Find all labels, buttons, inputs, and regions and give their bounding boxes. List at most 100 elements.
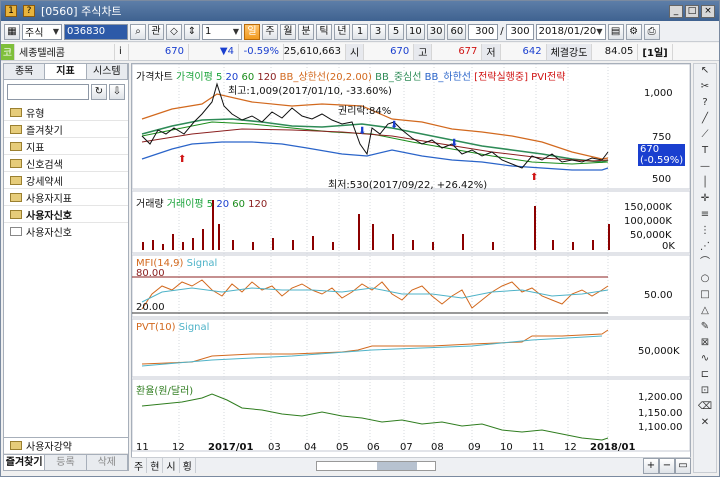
window-title: [0560] 주식차트 — [41, 5, 122, 18]
minute-10-button[interactable]: 10 — [406, 23, 425, 40]
folder-type[interactable]: 유형 — [4, 104, 128, 121]
folder-user-signal[interactable]: 사용자신호 — [4, 206, 128, 223]
time-button[interactable]: 시 — [163, 458, 180, 473]
chart-area[interactable]: ⬇ ⬇ ⬇ ⬆ ⬆ 가격차트 가격이평 5 20 60 120 BB_상한선(2… — [131, 63, 691, 473]
folder-favorites[interactable]: 즐겨찾기 — [4, 121, 128, 138]
fit-icon[interactable]: ▭ — [675, 457, 691, 474]
x-tick: 11 — [532, 442, 545, 453]
market-select[interactable]: 주식 ▼ — [22, 23, 62, 40]
zoom-week-button[interactable]: 주 — [131, 458, 148, 473]
stock-code-input[interactable]: 036830 — [64, 23, 128, 40]
minute-30-button[interactable]: 30 — [426, 23, 446, 40]
current-price: 670 — [129, 43, 189, 60]
period-year-button[interactable]: 년 — [334, 23, 350, 40]
volume-legend[interactable]: 거래량 거래이평 5 20 60 120 — [136, 195, 267, 210]
stepper-icon[interactable]: ⇕ — [184, 23, 200, 40]
channel-icon[interactable]: ≡ — [696, 208, 714, 222]
folder-strength[interactable]: 강세약세 — [4, 172, 128, 189]
minute-5-button[interactable]: 5 — [388, 23, 404, 40]
open-value: 670 — [364, 43, 415, 60]
price-legend[interactable]: 가격차트 가격이평 5 20 60 120 BB_상한선(20,2.00) BB… — [136, 68, 565, 83]
arc-icon[interactable]: ⌒ — [696, 256, 714, 270]
cycle-icon[interactable]: ∿ — [696, 352, 714, 366]
tab-stock[interactable]: 종목 — [4, 64, 46, 79]
strength-value: 84.05 — [592, 43, 639, 60]
horizontal-line-icon[interactable]: — — [696, 160, 714, 174]
period-month-button[interactable]: 월 — [280, 23, 296, 40]
period-badge[interactable]: [1일] — [638, 43, 673, 60]
cursor-icon[interactable]: ↖ — [696, 64, 714, 78]
indicator-search-input[interactable] — [7, 84, 89, 100]
minute-1-button[interactable]: 1 — [352, 23, 368, 40]
tab-system[interactable]: 시스템 — [86, 64, 128, 79]
x-tick: 08 — [431, 442, 444, 453]
date-select[interactable]: 2018/01/20 ▼ — [535, 23, 606, 40]
fx-legend[interactable]: 환율(원/달러) — [136, 382, 193, 397]
line-icon[interactable]: ╱ — [696, 112, 714, 126]
horizontal-button[interactable]: 횡 — [180, 458, 196, 473]
ruler-icon[interactable]: ⊏ — [696, 368, 714, 382]
vertical-line-icon[interactable]: │ — [696, 176, 714, 190]
period-minute-button[interactable]: 분 — [298, 23, 314, 40]
download-icon[interactable]: ⇩ — [109, 84, 125, 100]
pen-icon[interactable]: ✎ — [696, 320, 714, 334]
prev-icon[interactable]: ◇ — [166, 23, 182, 40]
count-input[interactable]: 300 — [468, 23, 499, 40]
print-icon[interactable]: ⎙ — [643, 23, 660, 40]
tab-indicator[interactable]: 지표 — [45, 64, 87, 79]
low-label: 저 — [482, 43, 501, 60]
chart-type-select[interactable]: 1 ▼ — [202, 23, 242, 40]
cross-icon[interactable]: ✛ — [696, 192, 714, 206]
trend-line-icon[interactable]: ⟋ — [696, 128, 714, 142]
list-item-user-signal[interactable]: 사용자신호 — [4, 223, 128, 239]
text-icon[interactable]: T — [696, 144, 714, 158]
maximize-button[interactable]: □ — [685, 4, 699, 18]
period-week-button[interactable]: 주 — [262, 23, 278, 40]
folder-indicators[interactable]: 지표 — [4, 138, 128, 155]
fan-icon[interactable]: ⋰ — [696, 240, 714, 254]
close-button[interactable]: × — [701, 4, 715, 18]
info-icon[interactable]: i — [115, 43, 129, 60]
grid-icon[interactable]: ▦ — [4, 23, 20, 40]
minimize-button[interactable]: _ — [669, 4, 683, 18]
zoom-out-icon[interactable]: − — [659, 457, 675, 474]
current-button[interactable]: 현 — [147, 458, 164, 473]
rights-annotation: 권리락:84% — [338, 106, 392, 117]
minute-3-button[interactable]: 3 — [370, 23, 386, 40]
legend-vol-ma5: 거래이평 5 — [166, 199, 214, 210]
rectangle-icon[interactable]: □ — [696, 288, 714, 302]
circle-icon[interactable]: ○ — [696, 272, 714, 286]
register-button[interactable]: 등록 — [45, 455, 87, 470]
layout-icon[interactable]: ▤ — [607, 23, 624, 40]
low-annotation: 최저:530(2017/09/22, +26.42%) — [328, 180, 488, 191]
magnet-icon[interactable]: ✂ — [696, 80, 714, 94]
eraser-icon[interactable]: ⌫ — [696, 400, 714, 414]
fibonacci-icon[interactable]: ⋮ — [696, 224, 714, 238]
folder-icon — [10, 124, 22, 134]
pvt-legend[interactable]: PVT(10) Signal — [136, 322, 209, 333]
period-day-button[interactable]: 일 — [244, 23, 260, 40]
gann-icon[interactable]: ⊠ — [696, 336, 714, 350]
period-tick-button[interactable]: 틱 — [316, 23, 332, 40]
tab-favorites[interactable]: 즐겨찾기 — [4, 455, 46, 470]
list-item-label: 사용자신호 — [26, 227, 72, 239]
search-icon[interactable]: ⌕ — [130, 23, 146, 40]
folder-signal-search[interactable]: 신호검색 — [4, 155, 128, 172]
lock-icon[interactable]: ⊡ — [696, 384, 714, 398]
folder-user-indicator[interactable]: 사용자지표 — [4, 189, 128, 206]
compare-icon[interactable]: 관 — [148, 23, 164, 40]
help-icon[interactable]: ? — [23, 5, 35, 17]
folder-user-strength[interactable]: 사용자강약 — [4, 437, 128, 454]
chart-scrollbar[interactable] — [315, 460, 436, 471]
vol-tick-150k: 150,000K — [624, 202, 672, 213]
refresh-icon[interactable]: ↻ — [91, 84, 107, 100]
settings-icon[interactable]: ⚙ — [625, 23, 642, 40]
erase-all-icon[interactable]: ✕ — [696, 416, 714, 430]
help-icon[interactable]: ? — [696, 96, 714, 110]
zoom-in-icon[interactable]: + — [643, 457, 659, 474]
scroll-thumb[interactable] — [376, 461, 417, 470]
delete-button[interactable]: 삭제 — [86, 455, 128, 470]
triangle-icon[interactable]: △ — [696, 304, 714, 318]
quote-bar: 코 세종텔레콤 i 670 ▼ 4 -0.59% 25,610,663 시 670… — [1, 43, 719, 61]
minute-60-button[interactable]: 60 — [447, 23, 467, 40]
